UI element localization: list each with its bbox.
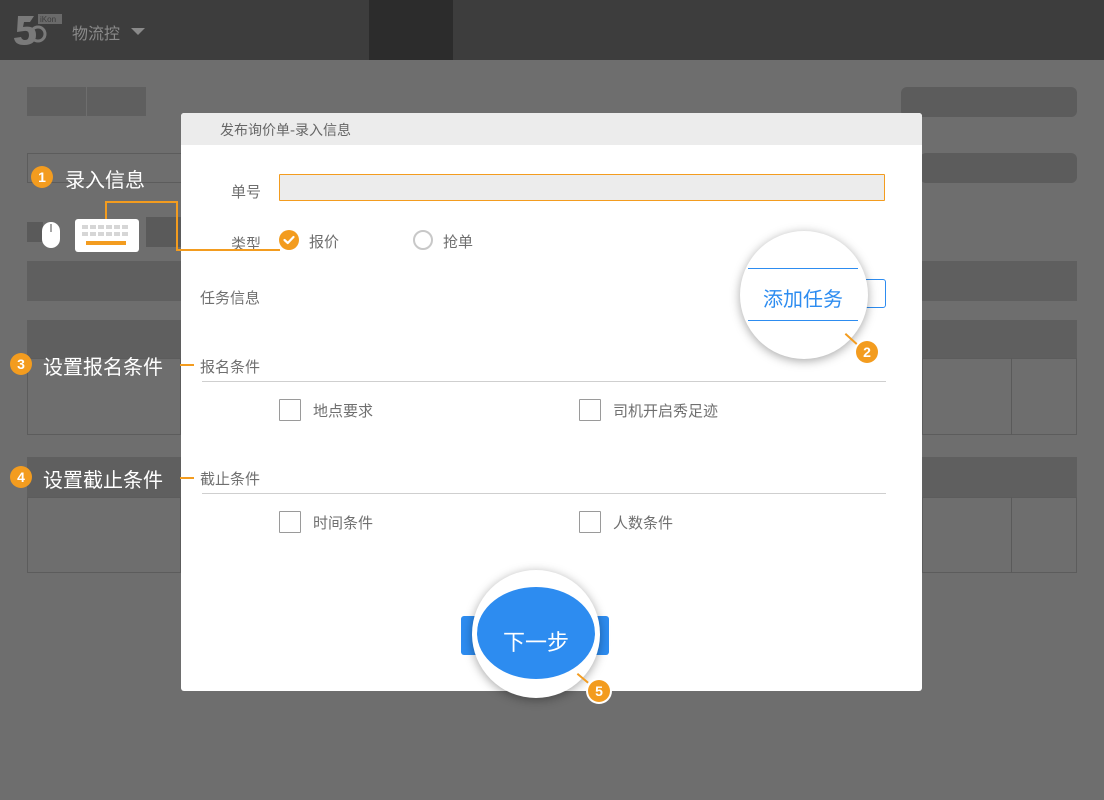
bg-table2-row-right xyxy=(922,497,1077,573)
step-5-badge: 5 xyxy=(588,680,610,702)
task-info-label: 任务信息 xyxy=(200,289,261,307)
step-4-badge: 4 xyxy=(10,466,32,488)
driver-footprint-label: 司机开启秀足迹 xyxy=(613,402,719,420)
type-option-grab-label: 抢单 xyxy=(443,233,474,251)
type-radio-quote[interactable] xyxy=(279,230,299,250)
step-3-connector xyxy=(180,364,194,366)
app-name[interactable]: 物流控 xyxy=(72,20,120,44)
signup-section-title: 报名条件 xyxy=(200,358,261,376)
next-step-magnifier[interactable]: 下一步 xyxy=(472,570,600,698)
bg-tab-2 xyxy=(87,87,146,116)
bg-table-header xyxy=(27,261,181,301)
deadline-section-title: 截止条件 xyxy=(200,470,261,488)
step-3-label: 设置报名条件 xyxy=(43,355,163,379)
chevron-down-icon[interactable] xyxy=(131,28,145,35)
modal-header: 发布询价单-录入信息 xyxy=(181,113,922,145)
step-3-badge: 3 xyxy=(10,353,32,375)
step-1-badge: 1 xyxy=(31,166,53,188)
next-step-button-label[interactable]: 下一步 xyxy=(477,625,595,657)
step-1-connector-h xyxy=(105,201,178,203)
modal-title: 发布询价单-录入信息 xyxy=(220,123,352,139)
logo-56-icon: iKon xyxy=(14,14,62,45)
bg-search-box xyxy=(901,87,1077,117)
step-4-label: 设置截止条件 xyxy=(43,468,163,492)
step-1-connector-h2 xyxy=(176,249,280,251)
deadline-divider xyxy=(202,493,886,494)
number-input[interactable] xyxy=(279,174,885,201)
step-2-badge: 2 xyxy=(856,341,878,363)
bg-filter-box xyxy=(920,153,1077,183)
driver-footprint-checkbox[interactable] xyxy=(579,399,601,421)
step-1-connector-drop xyxy=(176,201,178,251)
keyboard-icon xyxy=(75,219,139,252)
signup-divider xyxy=(202,381,886,382)
bg-table2-header-right xyxy=(922,457,1077,497)
top-navigation-bar: iKon 物流控 xyxy=(0,0,1104,60)
mouse-icon xyxy=(42,222,60,248)
add-task-button-label[interactable]: 添加任务 xyxy=(740,283,866,312)
location-checkbox[interactable] xyxy=(279,399,301,421)
people-condition-label: 人数条件 xyxy=(613,514,674,532)
bg-table2-row xyxy=(27,497,181,573)
step-4-connector xyxy=(180,477,194,479)
bg-divider xyxy=(1011,358,1012,435)
type-radio-grab[interactable] xyxy=(413,230,433,250)
svg-text:iKon: iKon xyxy=(40,15,56,24)
bg-table-row-1-right xyxy=(922,358,1077,435)
number-label: 单号 xyxy=(231,183,262,201)
people-condition-checkbox[interactable] xyxy=(579,511,601,533)
type-option-quote-label: 报价 xyxy=(309,233,340,251)
bg-tab-1 xyxy=(27,87,86,116)
bg-table-header-right xyxy=(922,261,1077,301)
check-icon xyxy=(283,235,295,245)
step-1-label: 录入信息 xyxy=(65,168,145,192)
active-nav-tab[interactable] xyxy=(369,0,453,60)
time-condition-label: 时间条件 xyxy=(313,514,374,532)
add-task-magnifier[interactable]: 添加任务 xyxy=(740,231,868,359)
time-condition-checkbox[interactable] xyxy=(279,511,301,533)
bg-table-subheader-right xyxy=(922,320,1077,358)
bg-divider-2 xyxy=(1011,497,1012,573)
location-label: 地点要求 xyxy=(313,402,374,420)
step-1-connector-v xyxy=(105,202,107,219)
